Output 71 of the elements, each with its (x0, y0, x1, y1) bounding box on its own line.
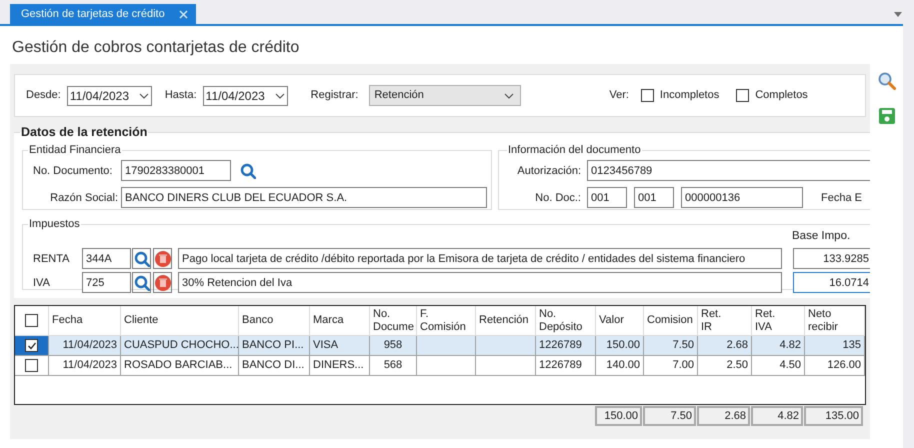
table-cell: 140.00 (596, 356, 644, 376)
document-tab[interactable]: Gestión de tarjetas de crédito (10, 4, 196, 24)
total-field: 135.00 (804, 406, 863, 426)
save-icon[interactable] (878, 108, 894, 124)
group-title: Datos de la retención (20, 124, 148, 141)
checkbox[interactable] (736, 89, 750, 102)
chevron-down-icon (504, 92, 514, 98)
table-cell: 7.00 (644, 356, 698, 376)
search-icon[interactable] (240, 162, 256, 179)
table-cell (476, 356, 536, 376)
field-label: Razón Social: (49, 190, 118, 206)
text-field[interactable]: 1790283380001 (121, 160, 231, 182)
field-label: Ver: (609, 88, 629, 104)
field-label: Autorización: (516, 164, 581, 178)
total-field: 4.82 (751, 406, 803, 426)
text-field[interactable]: 000000136 (681, 187, 803, 208)
table-cell: 11/04/2023 (49, 356, 121, 376)
check-icon (26, 340, 36, 350)
field-label: No. Documento: (33, 164, 114, 178)
row-checkbox[interactable] (25, 359, 38, 372)
text-field[interactable]: Pago local tarjeta de crédito /débito reportada por la Emisora de tarjeta de crédito / entidades del sistema financiero (178, 248, 782, 270)
text-field[interactable]: 0123456789 (587, 160, 870, 182)
number-field[interactable]: 16.0714 (793, 272, 870, 294)
field-label: Hasta: (164, 88, 197, 104)
dropdown-caret-icon[interactable] (894, 12, 902, 17)
checkbox-label: Completos (755, 88, 808, 104)
tax-label: IVA (33, 276, 51, 290)
text-field[interactable]: 725 (82, 272, 131, 294)
trash-icon (154, 250, 170, 267)
text-field[interactable]: BANCO DINERS CLUB DEL ECUADOR S.A. (121, 187, 487, 208)
text-field[interactable]: 001 (587, 187, 627, 208)
group-title: Información del documento (507, 142, 642, 158)
date-field[interactable]: 11/04/2023 (202, 86, 288, 106)
close-icon[interactable] (178, 10, 188, 18)
field-label: Desde: (26, 88, 61, 104)
column-label: Base Impo. (792, 229, 850, 244)
table-cell: ROSADO BARCIAB... (121, 356, 239, 376)
field-label: Registrar: (310, 88, 358, 104)
chevron-down-icon (138, 92, 149, 98)
group-title: Entidad Financiera (28, 142, 122, 158)
total-field: 7.50 (643, 406, 696, 426)
row-checkbox[interactable] (25, 339, 38, 352)
checkbox-label: Incompletos (660, 88, 720, 104)
total-field: 2.68 (697, 406, 750, 426)
total-field: 150.00 (595, 406, 642, 426)
page-title: Gestión de cobros contarjetas de crédito (11, 38, 300, 58)
table-cell: 4.50 (752, 356, 805, 376)
group-title: Impuestos (28, 216, 81, 232)
table-cell: 126.00 (805, 356, 865, 376)
date-field[interactable]: 11/04/2023 (66, 86, 152, 106)
table-cell: DINERS... (310, 356, 370, 376)
select-all-checkbox[interactable] (25, 314, 38, 327)
delete-button[interactable] (153, 248, 172, 270)
chevron-down-icon (274, 92, 285, 98)
field-label: No. Doc.: (534, 190, 581, 206)
text-field[interactable]: 30% Retencion del Iva (178, 272, 782, 294)
table-cell: 1226789 (536, 356, 596, 376)
dropdown[interactable]: Retención (369, 85, 522, 106)
delete-button[interactable] (153, 272, 172, 294)
checkbox[interactable] (640, 89, 654, 102)
text-field[interactable]: 001 (634, 187, 674, 208)
table-cell: 2.50 (698, 356, 752, 376)
trash-icon (154, 274, 170, 291)
table-cell (417, 356, 476, 376)
search-icon[interactable] (878, 72, 896, 90)
tax-label: RENTA (33, 252, 70, 266)
table-cell: 568 (370, 356, 417, 376)
field-label: Fecha E (821, 190, 862, 206)
number-field[interactable]: 133.9285 (793, 248, 870, 270)
text-field[interactable]: 344A (82, 248, 131, 270)
table-cell: BANCO DI... (239, 356, 310, 376)
